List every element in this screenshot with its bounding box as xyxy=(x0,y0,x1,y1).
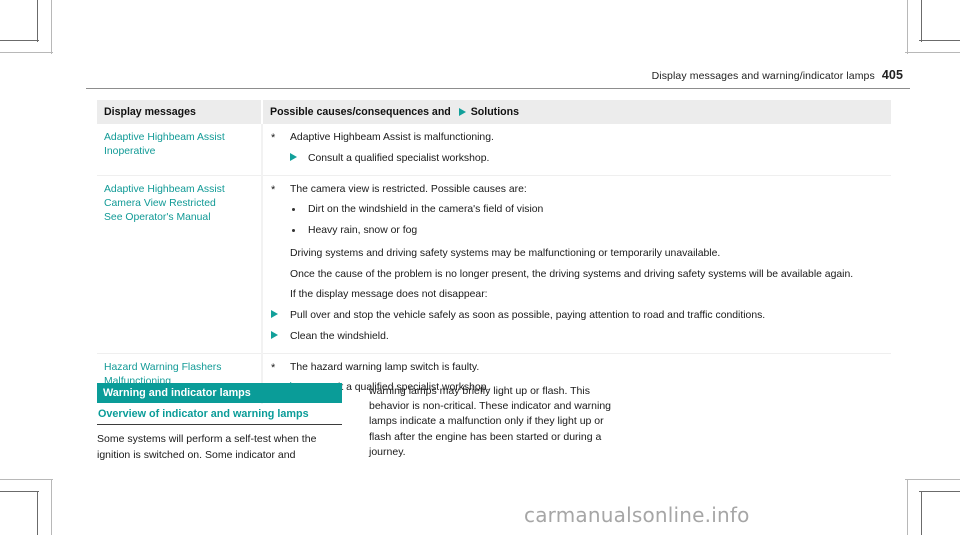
cause-text: The camera view is restricted. Possible … xyxy=(290,183,527,195)
bullet-item: Heavy rain, snow or fog xyxy=(270,224,883,239)
crop-mark-bottom-left-vertical-inner xyxy=(51,479,52,535)
message-line: Inoperative xyxy=(104,146,156,158)
cause-text: The hazard warning lamp switch is faulty… xyxy=(290,361,480,373)
bullet-dot-icon xyxy=(292,208,295,212)
table-row: Adaptive Highbeam Assist Inoperative * A… xyxy=(97,124,891,176)
bottom-right-column: warning lamps may briefly light up or fl… xyxy=(369,383,624,460)
message-line: Adaptive Highbeam Assist xyxy=(104,132,225,143)
table-header-row: Display messages Possible causes/consequ… xyxy=(97,100,891,124)
row-message-cell: Adaptive Highbeam Assist Inoperative xyxy=(97,124,263,176)
solutions-triangle-icon xyxy=(458,108,466,117)
asterisk-icon: * xyxy=(271,183,276,196)
crop-mark-bottom-left-horizontal-inner xyxy=(0,479,53,480)
watermark: carmanualsonline.info xyxy=(524,503,750,527)
column-header-solutions-label: Solutions xyxy=(470,106,519,118)
crop-mark-top-right-vertical xyxy=(921,0,922,42)
column-header-causes-label: Possible causes/consequences and xyxy=(270,106,451,118)
crop-mark-top-left-vertical-inner xyxy=(51,0,52,54)
paragraph: Once the cause of the problem is no long… xyxy=(290,268,854,280)
row-message-cell: Adaptive Highbeam Assist Camera View Res… xyxy=(97,174,263,354)
message-line: See Operator's Manual xyxy=(104,212,211,224)
crop-mark-bottom-right-horizontal-inner xyxy=(905,479,960,480)
asterisk-icon: * xyxy=(271,132,276,144)
cause-text: Adaptive Highbeam Assist is malfunctioni… xyxy=(290,132,494,143)
asterisk-icon: * xyxy=(271,361,276,374)
crop-mark-bottom-left-horizontal xyxy=(0,491,39,492)
crop-mark-top-right-vertical-inner xyxy=(907,0,908,54)
crop-mark-bottom-right-vertical xyxy=(921,491,922,535)
solution-item: Pull over and stop the vehicle safely as… xyxy=(270,309,883,324)
right-column-paragraph: warning lamps may briefly light up or fl… xyxy=(369,385,612,458)
crop-mark-bottom-right-horizontal xyxy=(919,491,960,492)
table-row: Adaptive Highbeam Assist Camera View Res… xyxy=(97,174,891,354)
solution-triangle-icon xyxy=(290,152,297,161)
solution-text: Consult a qualified specialist workshop. xyxy=(308,152,490,164)
crop-mark-top-left-horizontal-inner xyxy=(0,52,53,53)
paragraph: Driving systems and driving safety syste… xyxy=(290,247,721,259)
message-line: Hazard Warning Flashers xyxy=(104,361,222,373)
column-header-causes-solutions: Possible causes/consequences and Solutio… xyxy=(262,100,891,124)
solution-triangle-icon xyxy=(271,310,278,319)
running-head-title: Display messages and warning/indicator l… xyxy=(651,70,875,82)
bullet-text: Heavy rain, snow or fog xyxy=(308,225,418,237)
page-number: 405 xyxy=(881,68,903,82)
solution-item: Consult a qualified specialist workshop. xyxy=(270,152,883,167)
row-causes-cell: * The camera view is restricted. Possibl… xyxy=(262,174,891,354)
crop-mark-top-right-horizontal-inner xyxy=(905,52,960,53)
row-causes-cell: * Adaptive Highbeam Assist is malfunctio… xyxy=(262,124,891,176)
message-line: Adaptive Highbeam Assist xyxy=(104,183,225,195)
bullet-dot-icon xyxy=(292,229,295,233)
paragraph: If the display message does not disappea… xyxy=(290,289,488,301)
subheading-divider xyxy=(97,424,342,426)
solution-item: Clean the windshield. xyxy=(270,330,883,345)
section-banner: Warning and indicator lamps xyxy=(97,383,342,404)
cause-item: * The hazard warning lamp switch is faul… xyxy=(270,361,883,376)
crop-mark-top-left-horizontal xyxy=(0,40,39,41)
solution-text: Clean the windshield. xyxy=(290,330,389,342)
bullet-item: Dirt on the windshield in the camera's f… xyxy=(270,203,883,218)
left-column-paragraph: Some systems will perform a self-test wh… xyxy=(97,433,317,461)
crop-mark-top-right-horizontal xyxy=(919,40,960,41)
bottom-left-column: Warning and indicator lamps Overview of … xyxy=(97,383,342,463)
table-body: Adaptive Highbeam Assist Inoperative * A… xyxy=(97,124,891,405)
column-header-display-messages: Display messages xyxy=(97,100,263,124)
crop-mark-bottom-right-vertical-inner xyxy=(907,479,908,535)
cause-item: * The camera view is restricted. Possibl… xyxy=(270,183,883,198)
bullet-text: Dirt on the windshield in the camera's f… xyxy=(308,204,544,216)
running-head: Display messages and warning/indicator l… xyxy=(97,68,903,82)
crop-mark-top-left-vertical xyxy=(37,0,38,42)
section-subheading: Overview of indicator and warning lamps xyxy=(98,408,309,421)
crop-mark-bottom-left-vertical xyxy=(37,491,38,535)
display-messages-table: Display messages Possible causes/consequ… xyxy=(97,100,891,405)
header-divider xyxy=(86,88,910,89)
solution-text: Pull over and stop the vehicle safely as… xyxy=(290,310,766,322)
solution-triangle-icon xyxy=(271,330,278,339)
message-line: Camera View Restricted xyxy=(104,197,216,209)
cause-item: * Adaptive Highbeam Assist is malfunctio… xyxy=(270,131,883,146)
